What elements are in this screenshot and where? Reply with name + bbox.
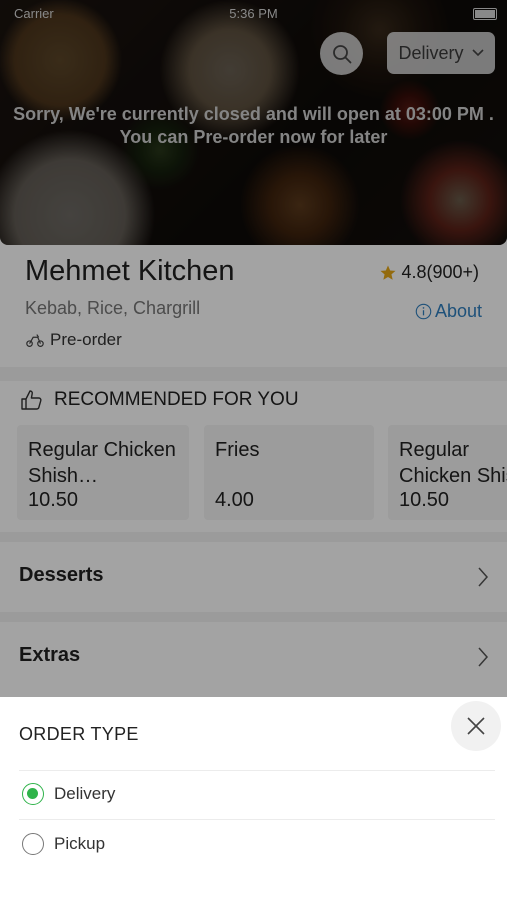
order-option-label: Delivery (54, 784, 116, 803)
order-option-label: Pickup (54, 834, 106, 853)
modal-backdrop[interactable] (0, 0, 507, 697)
radio-unselected-icon[interactable] (22, 833, 44, 855)
option-divider (19, 819, 495, 820)
order-option-pickup[interactable]: Pickup (22, 833, 105, 855)
close-icon (467, 717, 485, 735)
radio-selected-icon[interactable] (22, 783, 44, 805)
order-option-delivery[interactable]: Delivery (22, 783, 115, 805)
order-type-title: ORDER TYPE (19, 724, 139, 744)
option-divider (19, 770, 495, 771)
close-button[interactable] (451, 701, 501, 751)
order-type-sheet: ORDER TYPE Delivery Pickup (0, 697, 507, 900)
